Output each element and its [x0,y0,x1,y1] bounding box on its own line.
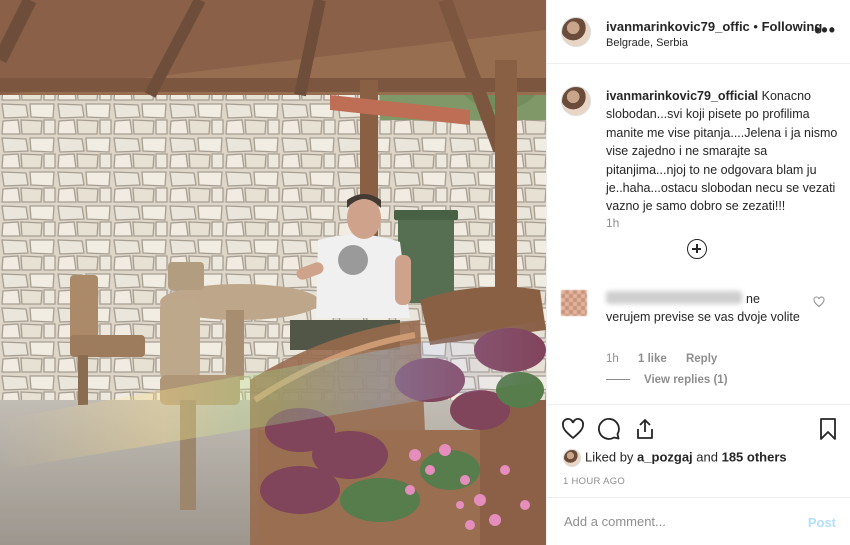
comment-likes[interactable]: 1 like [638,353,667,365]
location-link[interactable]: Belgrade, Serbia [606,37,688,49]
photo-illustration [0,0,546,545]
add-comment-bar: Post [547,497,850,545]
comment-reply-button[interactable]: Reply [686,353,717,365]
author-avatar[interactable] [561,17,591,47]
liker-username[interactable]: a_pozgaj [637,449,693,464]
action-bar [547,404,850,452]
comment-text: ne verujem previse se vas dvoje volite [606,292,800,324]
caption-username[interactable]: ivanmarinkovic79_official [606,89,758,103]
comment-like-heart-icon[interactable] [813,296,825,311]
liker-avatar[interactable] [563,449,581,467]
instagram-post-view: ivanmarinkovic79_offic • Following Belgr… [0,0,850,545]
like-heart-icon[interactable] [561,417,585,441]
caption-time: 1h [606,216,620,230]
post-timestamp[interactable]: 1 HOUR AGO [563,476,625,487]
separator-dot: • [753,19,758,34]
post-side-panel: ivanmarinkovic79_offic • Following Belgr… [546,0,850,545]
comment-time: 1h [606,353,619,365]
comment-bubble-icon[interactable] [597,417,621,441]
likes-line: Liked by a_pozgaj and 185 others [563,449,787,467]
heart-outline-icon [813,296,825,308]
load-more-comments-icon[interactable] [687,239,707,259]
post-header: ivanmarinkovic79_offic • Following Belgr… [547,0,850,64]
bookmark-icon[interactable] [816,417,840,441]
others-count-link[interactable]: 185 others [722,449,787,464]
view-replies-button[interactable]: View replies (1) [606,374,728,386]
liked-by-prefix: Liked by [585,449,638,465]
caption-avatar[interactable] [561,86,591,116]
share-icon[interactable] [633,417,657,441]
caption-text: Konacno slobodan...svi koji pisete po pr… [606,89,838,214]
author-line: ivanmarinkovic79_offic • Following [606,19,822,34]
caption: ivanmarinkovic79_official Konacno slobod… [606,87,838,216]
comment-input[interactable] [562,513,786,530]
author-username[interactable]: ivanmarinkovic79_offic [606,19,750,34]
commenter-avatar-blurred[interactable] [561,290,587,316]
likes-and: and [692,449,722,465]
comment-meta: 1h 1 like Reply [606,353,733,365]
post-comment-button[interactable]: Post [808,515,836,530]
post-photo[interactable] [0,0,546,545]
more-options-icon[interactable]: ••• [814,20,836,41]
